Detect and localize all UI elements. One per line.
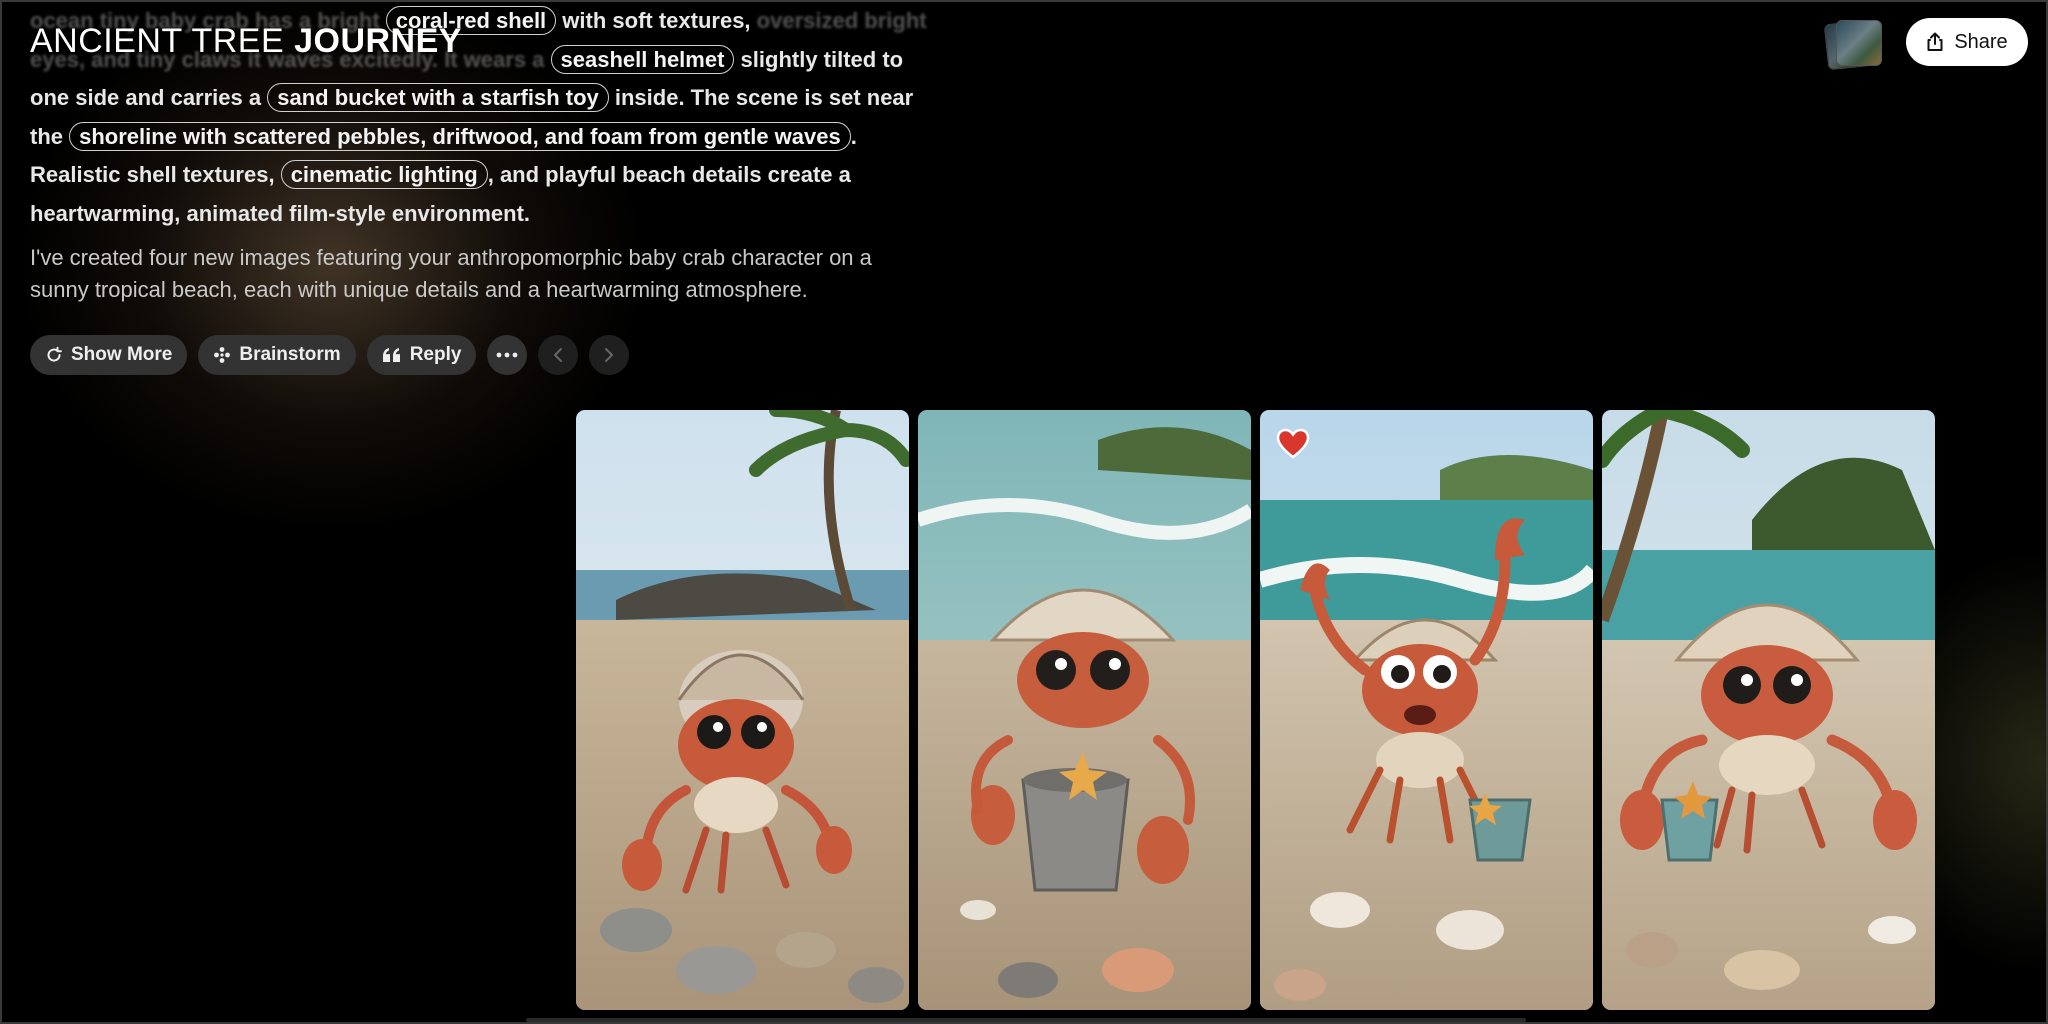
more-options-button[interactable] xyxy=(487,335,528,375)
image-stack-thumbnail[interactable] xyxy=(1823,19,1886,71)
brand-bold: JOURNEY xyxy=(294,22,462,60)
show-more-button[interactable]: Show More xyxy=(30,335,188,375)
app-frame: ocean tiny baby crab has a bright coral-… xyxy=(0,0,2048,1024)
prompt-segment: with soft textures, xyxy=(562,8,751,33)
chevron-left-icon xyxy=(554,348,563,362)
prompt-chip-bucket[interactable]: sand bucket with a starfish toy xyxy=(267,83,609,112)
reply-label: Reply xyxy=(409,344,462,365)
composer-edge xyxy=(526,1018,1526,1022)
show-more-label: Show More xyxy=(71,344,173,365)
brainstorm-icon xyxy=(214,347,231,363)
crab-image-2[interactable] xyxy=(918,410,1251,1010)
reply-button[interactable]: Reply xyxy=(366,335,477,375)
brainstorm-button[interactable]: Brainstorm xyxy=(198,335,356,375)
app-logo[interactable]: ANCIENT TREE JOURNEY xyxy=(30,22,462,61)
prompt-chip-shoreline[interactable]: shoreline with scattered pebbles, driftw… xyxy=(69,121,851,151)
heart-icon[interactable] xyxy=(1276,428,1310,460)
previous-button[interactable] xyxy=(538,335,579,375)
next-button[interactable] xyxy=(589,335,630,375)
quote-icon xyxy=(382,348,400,362)
assistant-reply: I've created four new images featuring y… xyxy=(30,245,872,302)
crab-image-3[interactable] xyxy=(1260,410,1593,1010)
stack-card xyxy=(1836,20,1882,66)
share-button[interactable]: Share xyxy=(1906,18,2028,66)
message-toolbar: Show More Brainstorm Reply xyxy=(30,335,630,375)
share-label: Share xyxy=(1954,30,2008,53)
ellipsis-icon xyxy=(497,352,518,358)
prompt-chip-lighting[interactable]: cinematic lighting xyxy=(280,160,488,189)
crab-image-4[interactable] xyxy=(1602,410,1935,1010)
prompt-chip-helmet[interactable]: seashell helmet xyxy=(550,44,735,74)
crab-image-1[interactable] xyxy=(576,410,909,1010)
refresh-icon xyxy=(47,346,62,362)
brand-light: ANCIENT TREE xyxy=(30,22,285,60)
chevron-right-icon xyxy=(605,348,614,362)
brainstorm-label: Brainstorm xyxy=(239,344,341,365)
share-icon xyxy=(1927,32,1943,51)
